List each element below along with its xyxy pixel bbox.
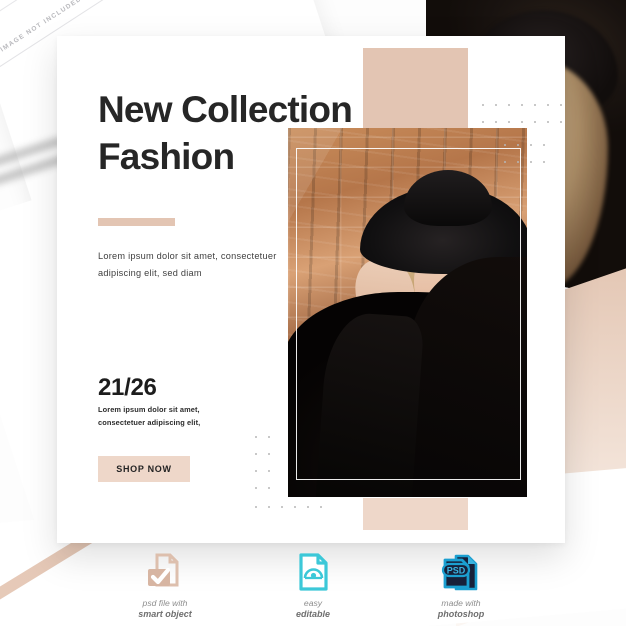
svg-text:PSD: PSD (447, 566, 466, 576)
photoshop-psd-file-icon: PSD (438, 548, 484, 592)
feature-caption-bottom: photoshop (437, 608, 485, 619)
feature-caption-top: made with (441, 598, 481, 609)
beige-accent-bottom (363, 498, 468, 530)
feature-badges: psd file with smart object easy editable (0, 548, 626, 620)
dot (482, 104, 484, 106)
dot (255, 453, 257, 455)
dot (543, 161, 545, 163)
dot (560, 121, 562, 123)
feature-caption-top: psd file with (142, 598, 188, 609)
dot (255, 436, 257, 438)
dot-grid-right (504, 144, 556, 178)
body-paragraph: Lorem ipsum dolor sit amet, consectetuer… (98, 251, 277, 279)
feature-caption-bottom: smart object (138, 608, 192, 619)
dot (534, 121, 536, 123)
feature-caption-bottom: editable (295, 608, 330, 619)
beige-divider-rule (98, 218, 175, 226)
dot (560, 104, 562, 106)
dot (543, 144, 545, 146)
dot-grid-top-right (482, 104, 565, 138)
dot (508, 121, 510, 123)
feature-easy-editable: easy editable (265, 548, 361, 620)
page-title: New Collection Fashion (98, 86, 418, 181)
dot (530, 161, 532, 163)
dot (255, 506, 257, 508)
dot (268, 506, 270, 508)
psd-file-check-icon (144, 548, 186, 592)
dot (521, 104, 523, 106)
easy-editable-file-icon (292, 548, 334, 592)
dot (495, 104, 497, 106)
dot (504, 161, 506, 163)
secondary-paragraph: Lorem ipsum dolor sit amet, consectetuer… (98, 405, 201, 427)
dot (547, 121, 549, 123)
feature-smart-object: psd file with smart object (117, 548, 213, 620)
dot-grid-bottom (255, 506, 333, 523)
feature-photoshop: PSD made with photoshop (413, 548, 509, 620)
dot (504, 144, 506, 146)
collection-number: 21/26 (98, 374, 157, 401)
headline-line-1: New Collection (98, 89, 353, 130)
dot (521, 121, 523, 123)
dot (294, 506, 296, 508)
headline-line-2: Fashion (98, 136, 235, 178)
model-photo (288, 128, 527, 497)
dot (255, 470, 257, 472)
dot (495, 121, 497, 123)
dot (307, 506, 309, 508)
dot (547, 104, 549, 106)
dot (517, 161, 519, 163)
dot (268, 487, 270, 489)
dot (534, 104, 536, 106)
dot (268, 453, 270, 455)
dot (482, 121, 484, 123)
dot-grid-left (255, 436, 281, 504)
dot (320, 506, 322, 508)
social-post-card: New Collection Fashion Lorem ipsum dolor… (57, 36, 565, 543)
feature-caption-top: easy (303, 598, 323, 609)
dot (508, 104, 510, 106)
dot (268, 470, 270, 472)
dot (255, 487, 257, 489)
shop-now-button[interactable]: SHOP NOW (98, 456, 190, 482)
dot (517, 144, 519, 146)
dot (530, 144, 532, 146)
dot (268, 436, 270, 438)
screenshot-stage: IMAGE NOT INCLUDED New Collection Fashio… (0, 0, 626, 626)
dot (281, 506, 283, 508)
